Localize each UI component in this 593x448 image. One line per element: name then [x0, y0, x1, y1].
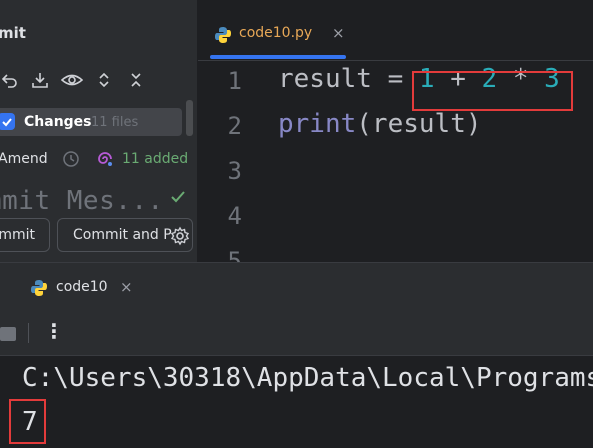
amend-checkbox-label[interactable]: Amend [0, 151, 48, 167]
editor-tab-label: code10.py [239, 25, 313, 41]
active-tab-indicator [210, 55, 346, 59]
code-token: (result) [356, 109, 482, 139]
ai-assistant-icon[interactable] [96, 150, 114, 172]
more-options-icon[interactable]: ⋮ [44, 319, 64, 343]
commit-toolbar [0, 66, 158, 94]
check-icon [1, 117, 12, 126]
editor-tab-bar: code10.py × [198, 0, 593, 61]
collapse-all-icon[interactable] [124, 66, 148, 94]
code-area[interactable]: 1 2 3 4 5 result = 1 + 2 * 3 print(resul… [198, 61, 593, 262]
python-file-icon [30, 279, 48, 301]
eye-icon[interactable] [60, 66, 84, 94]
run-tab-bar: code10 × [0, 263, 593, 311]
line-number: 5 [227, 247, 242, 262]
checkmark-icon [170, 189, 186, 208]
rollback-icon[interactable] [0, 66, 22, 94]
line-number: 2 [227, 112, 242, 140]
code-line-2: print(result) [278, 109, 482, 139]
changes-label: Changes [24, 114, 92, 130]
output-highlight-box [9, 399, 46, 444]
close-icon[interactable]: × [120, 278, 133, 296]
line-number: 3 [227, 157, 242, 185]
expand-all-icon[interactable] [92, 66, 116, 94]
code-token: result = [278, 64, 419, 94]
amend-row: Amend 11 added [0, 148, 197, 172]
commit-button[interactable]: mmit [0, 218, 50, 252]
line-number: 4 [227, 202, 242, 230]
python-file-icon [214, 26, 232, 48]
expression-highlight-box [412, 71, 573, 111]
run-tool-window: code10 × ⋮ C:\Users\30318\AppData\Local\… [0, 262, 593, 448]
code-editor: code10.py × 1 2 3 4 5 result = 1 + 2 * 3… [198, 0, 593, 262]
update-icon[interactable] [28, 66, 52, 94]
editor-tab-code10[interactable]: code10.py × [210, 20, 346, 60]
toolbar-separator [28, 323, 29, 343]
gear-icon[interactable] [170, 226, 190, 250]
commit-message-input[interactable]: mmit Mes... [0, 186, 164, 216]
run-tab-code10[interactable]: code10 × [30, 275, 150, 301]
commit-panel: mit Changes 11 files Amend 11 added mmit… [0, 0, 198, 262]
added-count: 11 added [122, 151, 189, 167]
run-toolbar: ⋮ [0, 311, 593, 356]
code-builtin: print [278, 109, 357, 139]
line-number: 1 [227, 67, 242, 95]
changes-group-row[interactable]: Changes 11 files [0, 108, 182, 136]
changes-file-count: 11 files [91, 115, 139, 130]
clock-icon[interactable] [62, 150, 80, 172]
stop-icon[interactable] [0, 327, 16, 341]
commit-button-label: mmit [0, 227, 35, 243]
commit-and-push-label: Commit and P [73, 227, 172, 243]
changes-checkbox[interactable] [0, 113, 15, 130]
run-tab-label: code10 [56, 279, 108, 295]
console-command-line: C:\Users\30318\AppData\Local\Programs [22, 363, 593, 393]
scrollbar[interactable] [186, 100, 193, 136]
close-icon[interactable]: × [332, 24, 345, 42]
commit-panel-title: mit [0, 24, 26, 42]
